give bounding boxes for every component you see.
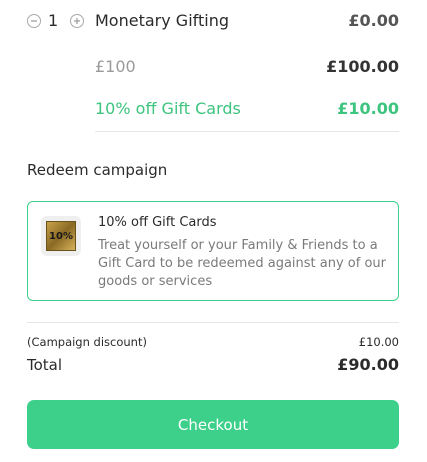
redeem-campaign-title: Redeem campaign <box>27 161 168 179</box>
quantity-value: 1 <box>48 11 59 30</box>
gift-card-icon: 10% <box>46 221 76 251</box>
minus-icon <box>31 20 37 22</box>
campaign-card[interactable]: 10% 10% off Gift Cards Treat yourself or… <box>27 201 399 301</box>
option-price: £100.00 <box>326 57 399 76</box>
option-label: £100 <box>95 57 136 76</box>
item-price: £0.00 <box>348 11 399 30</box>
campaign-title: 10% off Gift Cards <box>98 215 217 230</box>
total-label: Total <box>27 356 63 374</box>
checkout-button[interactable]: Checkout <box>27 400 399 449</box>
discount-label: 10% off Gift Cards <box>95 99 241 118</box>
discount-amount: £10.00 <box>337 99 399 118</box>
campaign-discount-amount: £10.00 <box>358 335 399 349</box>
campaign-badge-text: 10% <box>49 230 73 242</box>
campaign-discount-label: (Campaign discount) <box>27 335 147 349</box>
campaign-badge: 10% <box>41 216 81 256</box>
plus-icon <box>74 18 80 24</box>
decrement-button[interactable] <box>27 14 41 28</box>
item-name: Monetary Gifting <box>95 11 229 30</box>
campaign-description: Treat yourself or your Family & Friends … <box>98 238 386 289</box>
increment-button[interactable] <box>70 14 84 28</box>
divider <box>27 322 399 323</box>
total-amount: £90.00 <box>337 355 399 374</box>
divider <box>95 131 399 132</box>
